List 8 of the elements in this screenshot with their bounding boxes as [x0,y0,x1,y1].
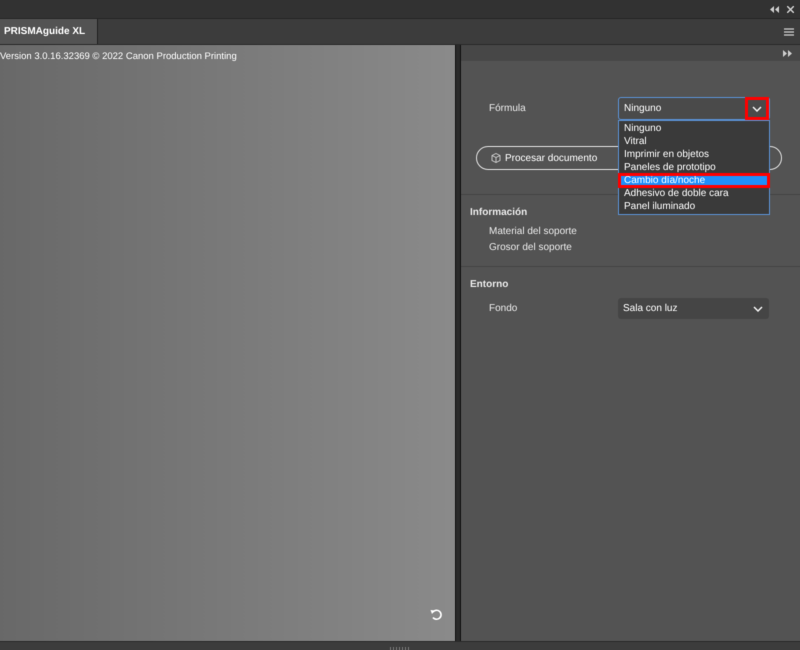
info-label: Grosor del soporte [489,242,572,254]
background-label: Fondo [489,303,518,314]
formula-label: Fórmula [489,103,527,114]
dropdown-value: Ninguno [624,103,662,114]
section-title: Información [470,207,528,219]
info-label: Material del soporte [489,226,577,238]
version-text: Version 3.0.16.32369 © 2022 Canon Production Printing [0,50,238,62]
section-title: Entorno [470,279,508,291]
